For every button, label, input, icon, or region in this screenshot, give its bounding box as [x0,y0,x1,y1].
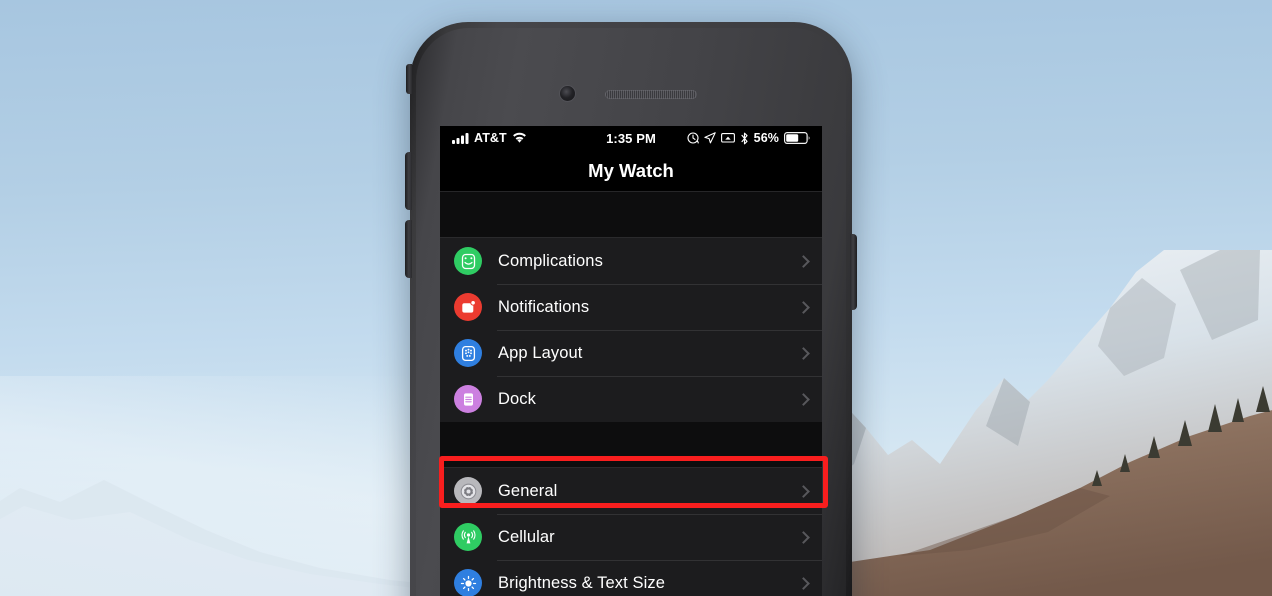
chevron-right-icon [797,300,810,314]
section-gap-middle [440,422,822,468]
status-bar-time: 1:35 PM [606,130,656,146]
volume-down-button[interactable] [405,220,412,278]
iphone-device: AT&T 1:35 PM 56% My Watch Complications … [405,22,857,596]
cellular-signal-icon [452,132,469,144]
list-item-dock[interactable]: Dock [440,376,822,422]
list-item-general[interactable]: General [440,468,822,514]
app-layout-icon [454,339,482,367]
cellular-antenna-icon [454,523,482,551]
page-title: My Watch [588,159,674,181]
list-section-2: General Cellular Brightness & Text Size [440,468,822,596]
settings-list: Complications Notifications App Layout D… [440,192,822,596]
chevron-right-icon [797,530,810,544]
location-arrow-icon [704,132,716,144]
carrier-label: AT&T [474,131,507,145]
list-item-cellular[interactable]: Cellular [440,514,822,560]
alarm-icon [687,132,699,144]
list-item-label: Dock [498,389,536,408]
wifi-icon [512,132,526,143]
earpiece-speaker-icon [605,90,697,99]
list-item-label: General [498,481,558,500]
chevron-right-icon [797,392,810,406]
screen-mirroring-icon [720,132,735,143]
front-camera-icon [560,86,575,101]
chevron-right-icon [797,576,810,590]
status-bar: AT&T 1:35 PM 56% [440,126,822,150]
list-item-complications[interactable]: Complications [440,238,822,284]
list-item-app-layout[interactable]: App Layout [440,330,822,376]
atmospheric-haze [0,376,430,596]
volume-up-button[interactable] [405,152,412,210]
section-gap-top [440,192,822,238]
chevron-right-icon [797,346,810,360]
list-item-label: Brightness & Text Size [498,573,665,592]
list-item-brightness[interactable]: Brightness & Text Size [440,560,822,596]
list-item-label: Complications [498,251,603,270]
phone-screen: AT&T 1:35 PM 56% My Watch Complications … [440,126,822,596]
mute-switch-button[interactable] [406,64,412,94]
list-item-label: Notifications [498,297,590,316]
brightness-icon [454,569,482,596]
chevron-right-icon [797,254,810,268]
list-item-label: Cellular [498,527,555,546]
navigation-bar: My Watch [440,150,822,192]
general-gear-icon [454,477,482,505]
list-item-notifications[interactable]: Notifications [440,284,822,330]
complications-icon [454,247,482,275]
notifications-icon [454,293,482,321]
dock-icon [454,385,482,413]
bluetooth-icon [741,132,748,144]
power-button[interactable] [850,234,857,310]
battery-icon [784,132,810,144]
list-section-1: Complications Notifications App Layout D… [440,238,822,422]
chevron-right-icon [797,484,810,498]
battery-percent-label: 56% [753,131,779,145]
list-item-label: App Layout [498,343,583,362]
